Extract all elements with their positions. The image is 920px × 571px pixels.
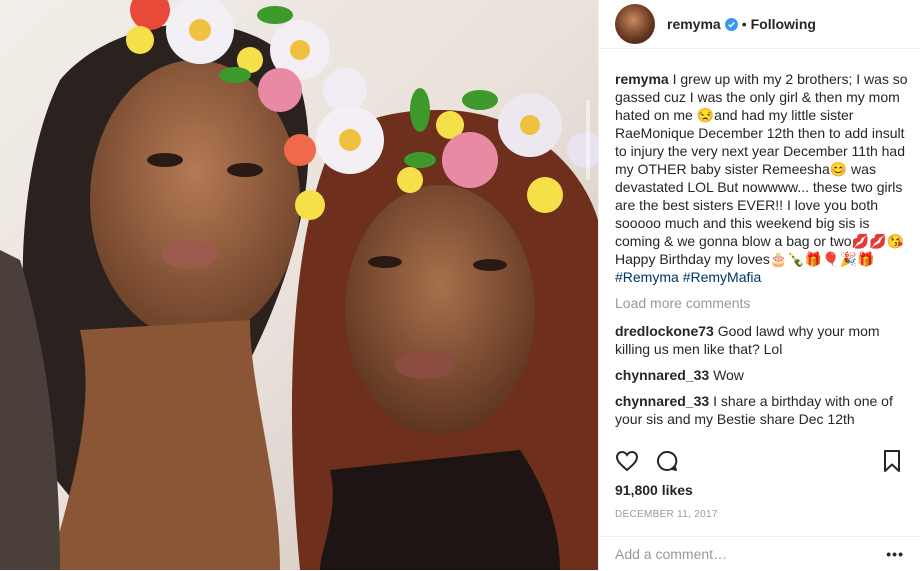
add-comment-input[interactable]: Add a comment…: [615, 546, 886, 562]
action-bar: [615, 446, 904, 476]
following-button[interactable]: Following: [751, 16, 816, 32]
add-comment-bar: Add a comment… •••: [599, 536, 920, 571]
hashtag-link[interactable]: #Remyma: [615, 269, 679, 285]
verified-badge-icon: [724, 17, 738, 31]
more-options-button[interactable]: •••: [886, 546, 904, 562]
comment-text: Wow: [713, 367, 744, 383]
avatar[interactable]: [615, 4, 655, 44]
caption: remyma I grew up with my 2 brothers; I w…: [615, 70, 910, 286]
photo-illustration: [0, 0, 598, 570]
comment-username[interactable]: chynnared_33: [615, 367, 709, 383]
hashtag-link[interactable]: #RemyMafia: [683, 269, 762, 285]
comment-icon[interactable]: [655, 449, 679, 473]
comment-username[interactable]: dredlockone73: [615, 323, 714, 339]
post-header: remyma • Following: [599, 0, 920, 49]
likes-count[interactable]: 91,800 likes: [615, 482, 693, 498]
heart-icon[interactable]: [615, 449, 639, 473]
separator-dot: •: [741, 16, 747, 32]
comments-section: remyma I grew up with my 2 brothers; I w…: [615, 70, 910, 442]
comment-item: chynnared_33 I share a birthday with one…: [615, 392, 910, 428]
bookmark-icon[interactable]: [880, 449, 904, 473]
comment-item: chynnared_33 Wow: [615, 366, 910, 384]
photo-scroll-indicator: [586, 100, 590, 180]
post-sidebar: remyma • Following remyma I grew up with…: [598, 0, 920, 570]
caption-text: I grew up with my 2 brothers; I was so g…: [615, 71, 908, 267]
instagram-post: remyma • Following remyma I grew up with…: [0, 0, 920, 570]
comment-username[interactable]: chynnared_33: [615, 393, 709, 409]
caption-username[interactable]: remyma: [615, 71, 669, 87]
header-username[interactable]: remyma: [667, 16, 721, 32]
post-photo[interactable]: [0, 0, 598, 570]
post-date: DECEMBER 11, 2017: [615, 509, 718, 520]
comment-item: dredlockone73 Good lawd why your mom kil…: [615, 322, 910, 358]
load-more-comments[interactable]: Load more comments: [615, 294, 910, 312]
